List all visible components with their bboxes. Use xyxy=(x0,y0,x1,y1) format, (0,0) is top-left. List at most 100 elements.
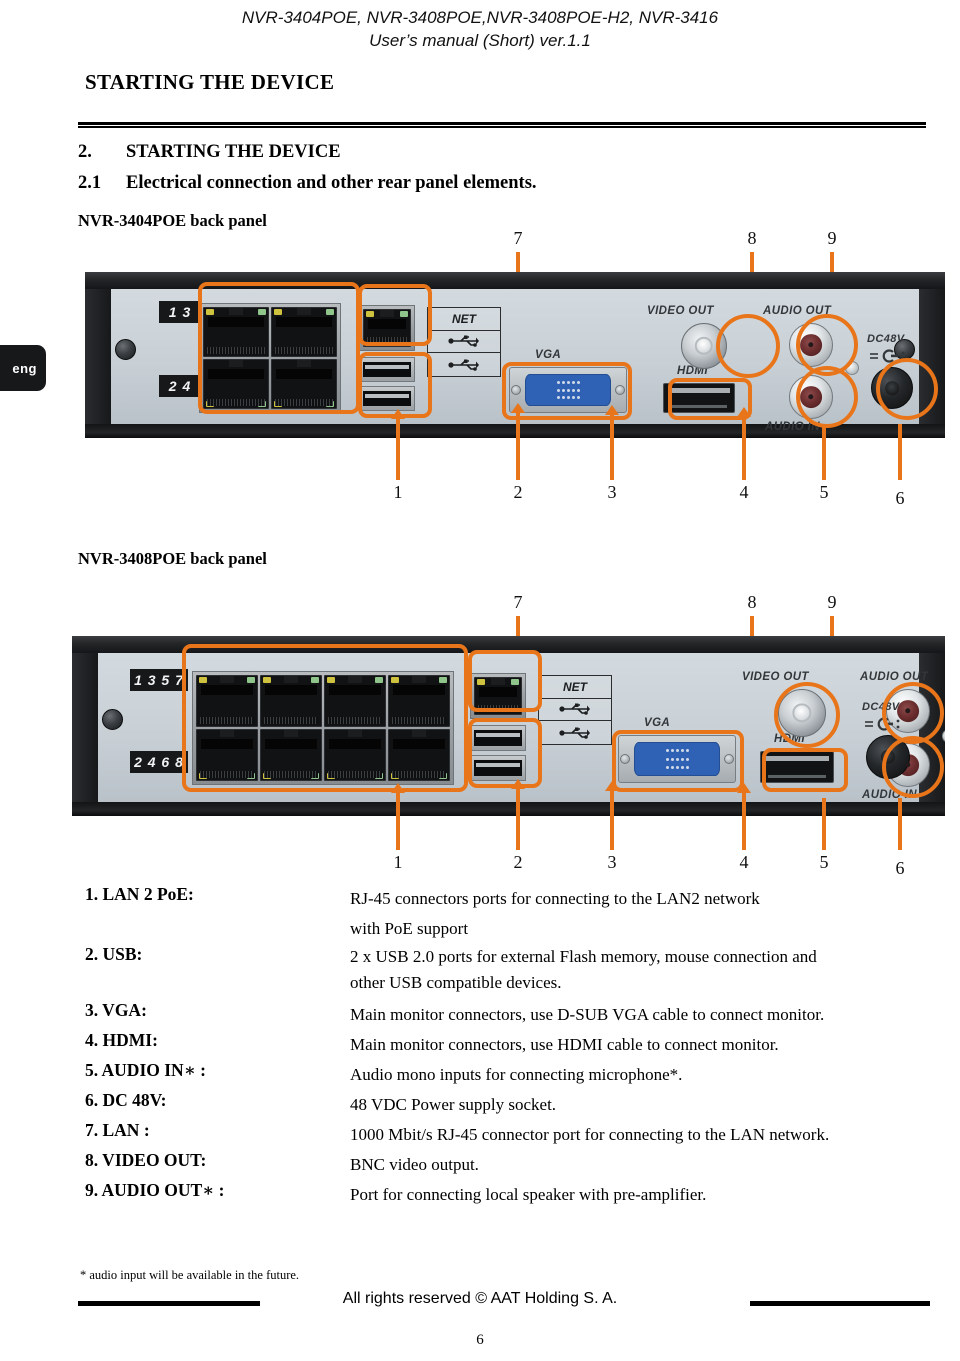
callout-leader-2-panel1 xyxy=(511,403,525,480)
dc-polarity-icon xyxy=(870,349,905,363)
list-item: 1. LAN 2 PoE: RJ-45 connectors ports for… xyxy=(78,884,946,944)
uplink-lan-port xyxy=(470,673,526,719)
vga-screw-left xyxy=(620,754,630,764)
callout-leader-3-panel1 xyxy=(605,405,619,480)
faceplate-screw-left xyxy=(115,339,136,360)
hdmi-connector xyxy=(663,383,735,413)
callout-number-5-panel1: 5 xyxy=(819,482,829,502)
device-rear-panel-3408: 1 3 5 7 2 4 6 8 NET VGA HDMI VIDEO OUT A… xyxy=(72,636,945,816)
subsection-title: Electrical connection and other rear pan… xyxy=(126,173,537,193)
callout-number-2-panel2: 2 xyxy=(513,852,523,872)
callout-number-1-panel1: 1 xyxy=(393,482,403,502)
hdmi-connector xyxy=(760,751,834,783)
dc-polarity-icon xyxy=(865,717,900,731)
desc-text-2-line2: other USB compatible devices. xyxy=(350,973,562,992)
poe-port-labels-top: 1 3 xyxy=(159,301,201,323)
callout-leader-5-panel2 xyxy=(822,798,826,850)
legend-cell-usb-1 xyxy=(428,331,500,354)
rj45-port xyxy=(324,729,386,781)
list-item: 6. DC 48V: 48 VDC Power supply socket. xyxy=(78,1090,946,1120)
legend-cell-usb-2 xyxy=(539,721,611,744)
desc-label-2: 2. USB: xyxy=(85,944,143,964)
legend-cell-usb-1 xyxy=(539,699,611,722)
chassis-bottom-bevel xyxy=(72,802,945,816)
video-out-silk-label: VIDEO OUT xyxy=(742,671,809,683)
faceplate-screw-left xyxy=(102,709,123,730)
vga-screw-left xyxy=(511,385,521,395)
poe-lan-port-bank xyxy=(199,303,341,413)
rj45-port xyxy=(196,729,258,781)
usb-icon xyxy=(559,703,590,716)
dc-silk-label: DC48V xyxy=(867,333,905,345)
list-item: 2. USB: 2 x USB 2.0 ports for external F… xyxy=(78,944,946,1000)
rj45-port xyxy=(324,675,386,727)
legend-cell-net: NET xyxy=(428,308,500,331)
desc-text-1-line2: with PoE support xyxy=(350,919,469,938)
callout-number-5-panel2: 5 xyxy=(819,852,829,872)
callout-number-7-panel2: 7 xyxy=(513,592,523,612)
audio-out-silk-label: AUDIO OUT xyxy=(763,305,832,317)
rj45-port xyxy=(196,675,258,727)
callout-number-6-panel1: 6 xyxy=(895,488,905,508)
vga-screw-right xyxy=(724,754,734,764)
rj45-port xyxy=(203,307,269,357)
usb-icon xyxy=(448,335,479,348)
desc-label-1: 1. LAN 2 PoE: xyxy=(85,884,194,904)
poe-port-labels-bottom: 2 4 6 8 xyxy=(130,751,188,773)
net-usb-legend-block: NET xyxy=(427,307,501,377)
callout-number-3-panel2: 3 xyxy=(607,852,617,872)
subsection-number: 2.1 xyxy=(78,173,102,193)
rj45-port xyxy=(363,309,411,347)
rca-audio-out-connector xyxy=(789,323,833,367)
chassis-left-ear xyxy=(85,289,111,424)
audio-out-silk-label: AUDIO OUT xyxy=(860,671,929,683)
chassis-left-ear xyxy=(72,653,98,802)
title-divider xyxy=(78,122,926,128)
legend-cell-net: NET xyxy=(539,676,611,699)
callout-leader-2-panel2 xyxy=(511,779,525,850)
legend-cell-usb-2 xyxy=(428,353,500,376)
copyright-notice: All rights reserved © AAT Holding S. A. xyxy=(342,1290,618,1307)
desc-label-5: 5. AUDIO IN∗ : xyxy=(85,1060,206,1080)
callout-leader-5-panel1 xyxy=(822,424,826,480)
section-heading-2-1: 2.1 Electrical connection and other rear … xyxy=(78,173,537,194)
audio-in-silk-label: AUDIO IN xyxy=(862,789,917,801)
callout-leader-6-panel1 xyxy=(898,424,902,480)
list-item: 7. LAN : 1000 Mbit/s RJ-45 connector por… xyxy=(78,1120,946,1150)
rj45-port xyxy=(203,359,269,409)
desc-label-7: 7. LAN : xyxy=(85,1120,150,1140)
callout-number-9-panel1: 9 xyxy=(827,228,837,248)
section-heading-2: 2. STARTING THE DEVICE xyxy=(78,142,341,163)
desc-label-3: 3. VGA: xyxy=(85,1000,147,1020)
desc-body-1: RJ-45 connectors ports for connecting to… xyxy=(350,884,946,944)
section-number: 2. xyxy=(78,142,92,162)
rca-audio-in-connector xyxy=(789,375,833,419)
page-title: STARTING THE DEVICE xyxy=(85,70,335,94)
rj45-port xyxy=(388,675,450,727)
document-header: NVR-3404POE, NVR-3408POE,NVR-3408POE-H2,… xyxy=(0,6,960,52)
callout-leader-1-panel2 xyxy=(391,783,405,850)
desc-body-8: BNC video output. xyxy=(350,1155,479,1174)
uplink-lan-port xyxy=(359,305,415,351)
desc-body-4: Main monitor connectors, use HDMI cable … xyxy=(350,1035,779,1054)
panel-caption-3404: NVR-3404POE back panel xyxy=(78,211,267,230)
vga-dsub-shell xyxy=(634,742,720,776)
device-rear-panel-3404: 1 3 2 4 NET VGA HDMI VIDEO OUT AUDIO OUT… xyxy=(85,272,945,438)
usb-port-upper xyxy=(470,725,526,751)
desc-label-6: 6. DC 48V: xyxy=(85,1090,167,1110)
header-line-2: User’s manual (Short) ver.1.1 xyxy=(369,31,591,50)
list-item: 4. HDMI: Main monitor connectors, use HD… xyxy=(78,1030,946,1060)
desc-body-7: 1000 Mbit/s RJ-45 connector port for con… xyxy=(350,1125,830,1144)
callout-number-2-panel1: 2 xyxy=(513,482,523,502)
chassis-right-ear xyxy=(919,289,945,424)
rj45-port xyxy=(271,359,337,409)
chassis-top-bevel xyxy=(72,636,945,653)
video-out-silk-label: VIDEO OUT xyxy=(647,305,714,317)
chassis-top-bevel xyxy=(85,272,945,289)
rj45-port xyxy=(271,307,337,357)
panel-faceplate: 1 3 5 7 2 4 6 8 NET VGA HDMI VIDEO OUT A… xyxy=(98,653,945,802)
callout-number-8-panel2: 8 xyxy=(747,592,757,612)
net-label: NET xyxy=(452,311,476,326)
port-description-list: 1. LAN 2 PoE: RJ-45 connectors ports for… xyxy=(78,884,946,1210)
callout-leader-3-panel2 xyxy=(605,781,619,850)
